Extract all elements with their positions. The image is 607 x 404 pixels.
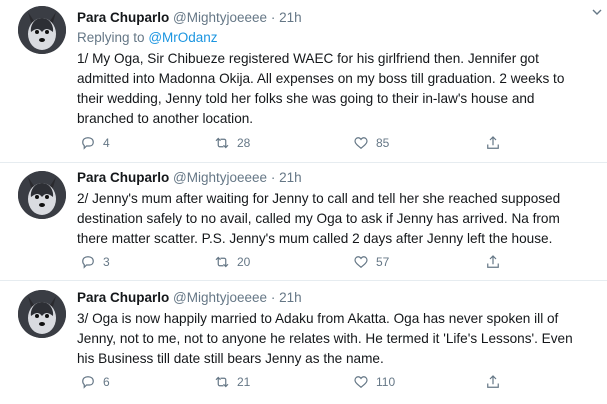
tweet-content: Para Chuparlo @Mightyjoeeee · 21h 3/ Oga… bbox=[77, 288, 593, 369]
chevron-down-icon[interactable] bbox=[591, 6, 603, 18]
separator-dot: · bbox=[270, 170, 276, 185]
retweet-icon bbox=[215, 256, 229, 268]
reply-button[interactable]: 3 bbox=[79, 252, 110, 272]
separator-dot: · bbox=[270, 290, 276, 305]
display-name[interactable]: Para Chuparlo bbox=[77, 290, 169, 305]
retweet-icon bbox=[215, 137, 229, 149]
reply-icon bbox=[82, 376, 94, 389]
share-icon bbox=[487, 136, 499, 149]
tweet[interactable]: Para Chuparlo @Mightyjoeeee · 21h 3/ Oga… bbox=[0, 281, 607, 404]
retweet-count: 28 bbox=[237, 136, 251, 150]
user-handle[interactable]: @Mightyjoeeee bbox=[173, 170, 267, 185]
like-count: 57 bbox=[376, 255, 390, 269]
timestamp[interactable]: 21h bbox=[279, 170, 302, 185]
reply-count: 3 bbox=[103, 255, 110, 269]
like-button[interactable]: 85 bbox=[352, 133, 389, 153]
reply-icon bbox=[82, 137, 94, 150]
like-count: 110 bbox=[376, 375, 396, 389]
reply-count: 6 bbox=[103, 375, 110, 389]
tweet-header: Para Chuparlo @Mightyjoeeee · 21h bbox=[77, 168, 593, 188]
timestamp[interactable]: 21h bbox=[279, 290, 302, 305]
user-handle[interactable]: @Mightyjoeeee bbox=[173, 10, 267, 25]
display-name[interactable]: Para Chuparlo bbox=[77, 170, 169, 185]
replying-to-label: Replying to bbox=[77, 30, 145, 45]
avatar[interactable] bbox=[18, 171, 66, 219]
timestamp[interactable]: 21h bbox=[279, 10, 302, 25]
tweet[interactable]: Para Chuparlo @Mightyjoeeee · 21h 2/ Jen… bbox=[0, 163, 607, 281]
tweet-actions: 6 21 110 bbox=[77, 372, 607, 392]
tweet-header: Para Chuparlo @Mightyjoeeee · 21h bbox=[77, 8, 593, 28]
tweet-header: Para Chuparlo @Mightyjoeeee · 21h bbox=[77, 288, 593, 308]
heart-icon bbox=[354, 256, 368, 269]
retweet-count: 20 bbox=[237, 255, 251, 269]
separator-dot: · bbox=[270, 10, 276, 25]
reply-icon bbox=[82, 256, 94, 269]
retweet-icon bbox=[215, 376, 229, 388]
reply-button[interactable]: 4 bbox=[79, 133, 110, 153]
reply-count: 4 bbox=[103, 136, 110, 150]
share-button[interactable] bbox=[484, 133, 502, 153]
husky-avatar-image bbox=[18, 6, 66, 54]
reply-button[interactable]: 6 bbox=[79, 372, 110, 392]
display-name[interactable]: Para Chuparlo bbox=[77, 10, 169, 25]
reply-mention-link[interactable]: @MrOdanz bbox=[148, 30, 217, 45]
retweet-button[interactable]: 20 bbox=[213, 252, 250, 272]
retweet-button[interactable]: 21 bbox=[213, 372, 250, 392]
avatar[interactable] bbox=[18, 6, 66, 54]
tweet-text: 1/ My Oga, Sir Chibueze registered WAEC … bbox=[77, 51, 565, 126]
tweet-content: Para Chuparlo @Mightyjoeeee · 21h 2/ Jen… bbox=[77, 168, 593, 249]
husky-avatar-image bbox=[18, 171, 66, 219]
tweet-actions: 4 28 85 bbox=[77, 133, 607, 153]
like-count: 85 bbox=[376, 136, 390, 150]
tweet-text: 3/ Oga is now happily married to Adaku f… bbox=[77, 311, 573, 366]
share-icon bbox=[487, 375, 499, 388]
tweet-text: 2/ Jenny's mum after waiting for Jenny t… bbox=[77, 191, 561, 246]
tweet[interactable]: Para Chuparlo @Mightyjoeeee · 21h Replyi… bbox=[0, 0, 607, 163]
retweet-button[interactable]: 28 bbox=[213, 133, 250, 153]
heart-icon bbox=[354, 137, 368, 150]
replying-to: Replying to @MrOdanz bbox=[77, 28, 593, 48]
avatar[interactable] bbox=[18, 290, 66, 338]
husky-avatar-image bbox=[18, 290, 66, 338]
tweet-actions: 3 20 57 bbox=[77, 252, 607, 272]
heart-icon bbox=[354, 376, 368, 389]
tweet-content: Para Chuparlo @Mightyjoeeee · 21h Replyi… bbox=[77, 8, 593, 129]
retweet-count: 21 bbox=[237, 375, 251, 389]
share-button[interactable] bbox=[484, 372, 502, 392]
share-icon bbox=[487, 255, 499, 268]
user-handle[interactable]: @Mightyjoeeee bbox=[173, 290, 267, 305]
like-button[interactable]: 110 bbox=[352, 372, 395, 392]
share-button[interactable] bbox=[484, 252, 502, 272]
like-button[interactable]: 57 bbox=[352, 252, 389, 272]
